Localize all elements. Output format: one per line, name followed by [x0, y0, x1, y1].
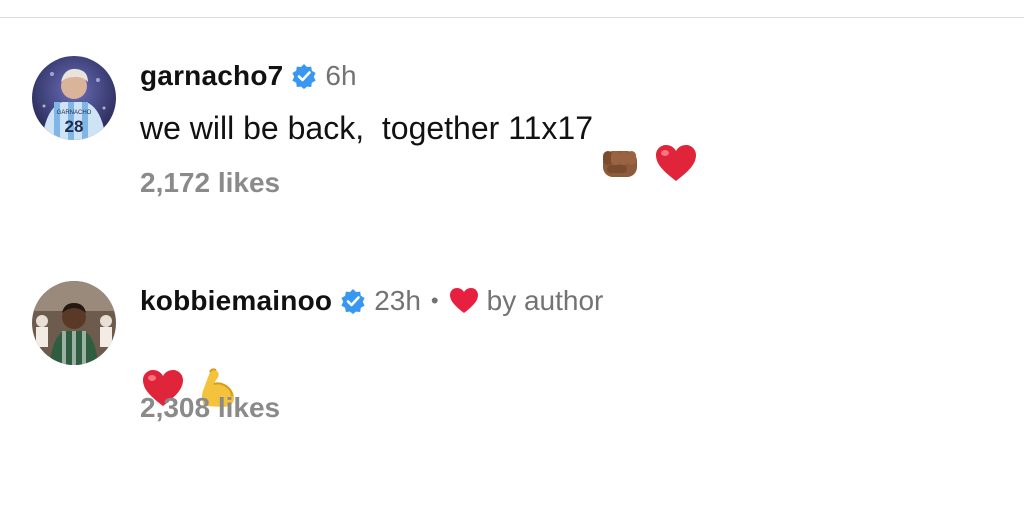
separator-dot: • — [430, 288, 439, 313]
comment-meta: garnacho7 6h — [140, 56, 1000, 96]
comment-text-row — [140, 330, 1000, 407]
comment-meta: kobbiemainoo 23h • by author — [140, 281, 1000, 321]
verified-badge-icon — [291, 63, 317, 89]
timestamp: 6h — [325, 60, 357, 91]
jersey-name: GARNACHO — [57, 110, 92, 116]
avatar-photo: GARNACHO 28 — [32, 56, 116, 140]
comment-text-row: we will be back, together 11x17 — [140, 105, 1000, 181]
red-heart-icon — [140, 330, 186, 406]
likes-count[interactable]: 2,172 likes — [140, 167, 280, 199]
verified-badge-icon — [340, 288, 366, 314]
fist-bump-icon — [597, 105, 643, 177]
jersey-number: 28 — [65, 117, 84, 136]
username[interactable]: kobbiemainoo — [140, 285, 332, 317]
likes-row: 2,172 likes — [140, 166, 1000, 200]
comment-text: we will be back, together 11x17 — [140, 109, 593, 146]
liked-by-author-label: by author — [486, 285, 604, 316]
liked-by-author-heart-icon — [449, 287, 479, 315]
comment-body: garnacho7 6h we will be back, together 1… — [140, 56, 1000, 200]
avatar-photo — [32, 281, 116, 365]
username[interactable]: garnacho7 — [140, 60, 283, 92]
red-heart-icon — [653, 105, 699, 181]
top-divider — [0, 17, 1024, 18]
avatar[interactable]: GARNACHO 28 — [32, 56, 116, 140]
likes-row: 2,308 likes — [140, 391, 1000, 425]
likes-count[interactable]: 2,308 likes — [140, 392, 280, 424]
avatar[interactable] — [32, 281, 116, 365]
comment-body: kobbiemainoo 23h • by author 2,308 likes — [140, 281, 1000, 425]
flexed-biceps-icon — [194, 330, 240, 407]
timestamp: 23h — [374, 285, 421, 316]
